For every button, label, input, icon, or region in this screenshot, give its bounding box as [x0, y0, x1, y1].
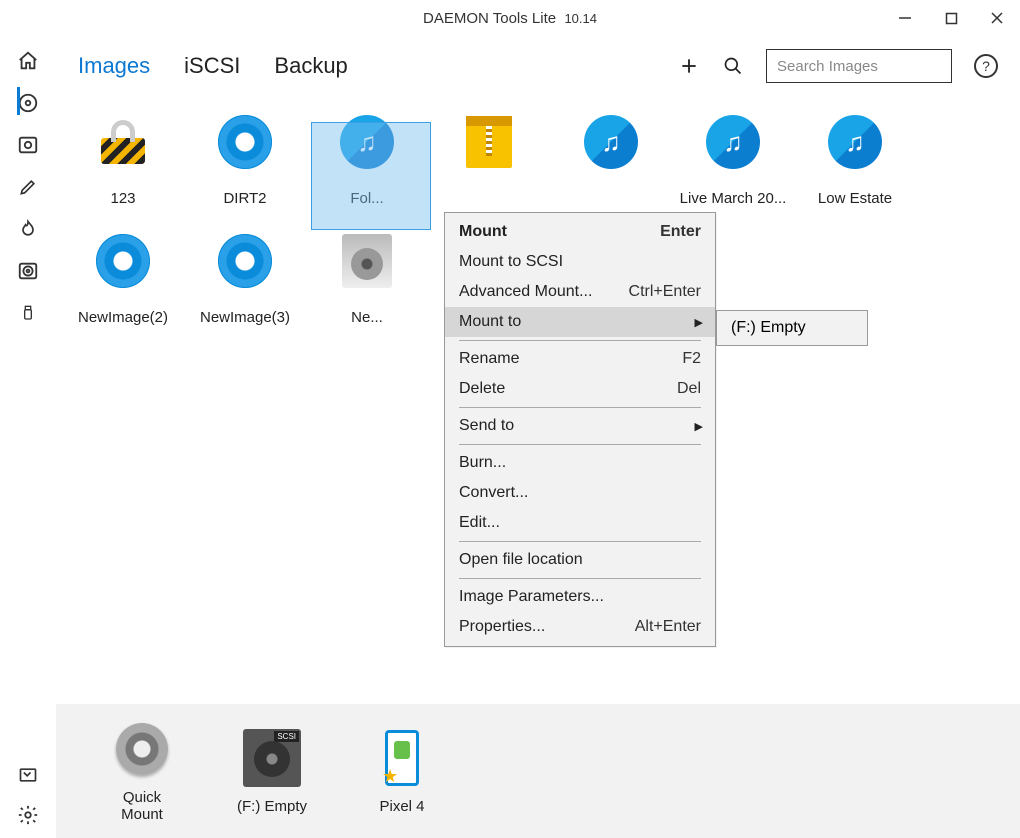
- quick-mount-icon: [116, 723, 168, 775]
- help-button[interactable]: ?: [974, 54, 998, 78]
- drive-label: Pixel 4: [362, 798, 442, 815]
- grid-item[interactable]: NewImage(2): [62, 233, 184, 326]
- drive-label: (F:) Empty: [232, 798, 312, 815]
- burn-icon[interactable]: [17, 218, 39, 240]
- grid-item[interactable]: [550, 114, 672, 207]
- add-button[interactable]: [678, 55, 700, 77]
- main-area: Images iSCSI Backup Search Images ?: [56, 36, 1020, 838]
- maximize-button[interactable]: [928, 0, 974, 36]
- menu-item-mount-scsi[interactable]: Mount to SCSI: [445, 247, 715, 277]
- nrg-icon: [342, 234, 392, 288]
- disc-icon: [218, 234, 272, 288]
- search-input[interactable]: Search Images: [766, 49, 952, 83]
- scsi-drive-icon: [243, 729, 301, 787]
- menu-item-mount[interactable]: MountEnter: [445, 217, 715, 247]
- edit-icon[interactable]: [17, 176, 39, 198]
- disc-icon: [96, 234, 150, 288]
- drives-bar: Quick Mount (F:) Empty ★ Pixel 4: [56, 704, 1020, 838]
- submenu-item-drive-f[interactable]: (F:) Empty: [717, 313, 867, 343]
- app-version: 10.14: [564, 11, 597, 26]
- news-icon[interactable]: [17, 764, 39, 786]
- grid-item[interactable]: Low Estate: [794, 114, 916, 207]
- archive-icon: [466, 116, 512, 168]
- grid-item[interactable]: [428, 114, 550, 207]
- drive-label: Quick Mount: [102, 789, 182, 823]
- selection-highlight: [311, 122, 431, 230]
- grid-item-label: DIRT2: [184, 190, 306, 207]
- chevron-right-icon: ▶: [695, 316, 703, 329]
- drive-item[interactable]: Quick Mount: [102, 719, 182, 823]
- menu-item-convert[interactable]: Convert...: [445, 478, 715, 508]
- grid-item-label: 123: [62, 190, 184, 207]
- context-menu: MountEnter Mount to SCSI Advanced Mount.…: [444, 212, 716, 647]
- tab-bar: Images iSCSI Backup Search Images ?: [56, 36, 1020, 96]
- drive-icon[interactable]: [17, 260, 39, 282]
- lock-icon: [101, 120, 145, 164]
- usb-icon[interactable]: [17, 302, 39, 324]
- grid-item[interactable]: Live March 20...: [672, 114, 794, 207]
- image-catalog-icon[interactable]: [17, 134, 39, 156]
- app-name: DAEMON Tools Lite: [423, 10, 556, 27]
- close-button[interactable]: [974, 0, 1020, 36]
- menu-separator: [459, 444, 701, 445]
- disc-icon[interactable]: [17, 92, 39, 114]
- grid-item[interactable]: 123: [62, 114, 184, 207]
- menu-item-advanced-mount[interactable]: Advanced Mount...Ctrl+Enter: [445, 277, 715, 307]
- chevron-right-icon: ▶: [695, 420, 703, 433]
- music-disc-icon: [828, 115, 882, 169]
- music-disc-icon: [706, 115, 760, 169]
- grid-item-label: Ne...: [306, 309, 428, 326]
- settings-icon[interactable]: [17, 804, 39, 826]
- menu-separator: [459, 541, 701, 542]
- grid-item[interactable]: DIRT2: [184, 114, 306, 207]
- context-submenu: (F:) Empty: [716, 310, 868, 346]
- menu-item-open-location[interactable]: Open file location: [445, 545, 715, 575]
- menu-item-send-to[interactable]: Send to▶: [445, 411, 715, 441]
- menu-item-edit[interactable]: Edit...: [445, 508, 715, 538]
- disc-icon: [218, 115, 272, 169]
- menu-item-image-parameters[interactable]: Image Parameters...: [445, 582, 715, 612]
- grid-item[interactable]: Ne...: [306, 233, 428, 326]
- home-icon[interactable]: [17, 50, 39, 72]
- tab-images[interactable]: Images: [78, 53, 150, 79]
- drive-item[interactable]: (F:) Empty: [232, 728, 312, 815]
- minimize-button[interactable]: [882, 0, 928, 36]
- menu-item-rename[interactable]: RenameF2: [445, 344, 715, 374]
- search-placeholder: Search Images: [777, 58, 878, 75]
- menu-separator: [459, 578, 701, 579]
- menu-item-delete[interactable]: DeleteDel: [445, 374, 715, 404]
- menu-item-properties[interactable]: Properties...Alt+Enter: [445, 612, 715, 642]
- tab-iscsi[interactable]: iSCSI: [184, 53, 240, 79]
- music-disc-icon: [584, 115, 638, 169]
- grid-item[interactable]: NewImage(3): [184, 233, 306, 326]
- menu-separator: [459, 340, 701, 341]
- window-controls: [882, 0, 1020, 36]
- grid-item-label: Low Estate: [794, 190, 916, 207]
- grid-item-label: NewImage(3): [184, 309, 306, 326]
- drive-item[interactable]: ★ Pixel 4: [362, 728, 442, 815]
- search-button[interactable]: [722, 55, 744, 77]
- menu-item-mount-to[interactable]: Mount to▶: [445, 307, 715, 337]
- grid-item-label: Live March 20...: [672, 190, 794, 207]
- tab-backup[interactable]: Backup: [274, 53, 347, 79]
- title-bar: DAEMON Tools Lite 10.14: [0, 0, 1020, 36]
- menu-separator: [459, 407, 701, 408]
- window-title: DAEMON Tools Lite 10.14: [423, 10, 597, 27]
- grid-item-label: NewImage(2): [62, 309, 184, 326]
- sidebar: [0, 36, 56, 838]
- menu-item-burn[interactable]: Burn...: [445, 448, 715, 478]
- phone-icon: ★: [385, 730, 419, 786]
